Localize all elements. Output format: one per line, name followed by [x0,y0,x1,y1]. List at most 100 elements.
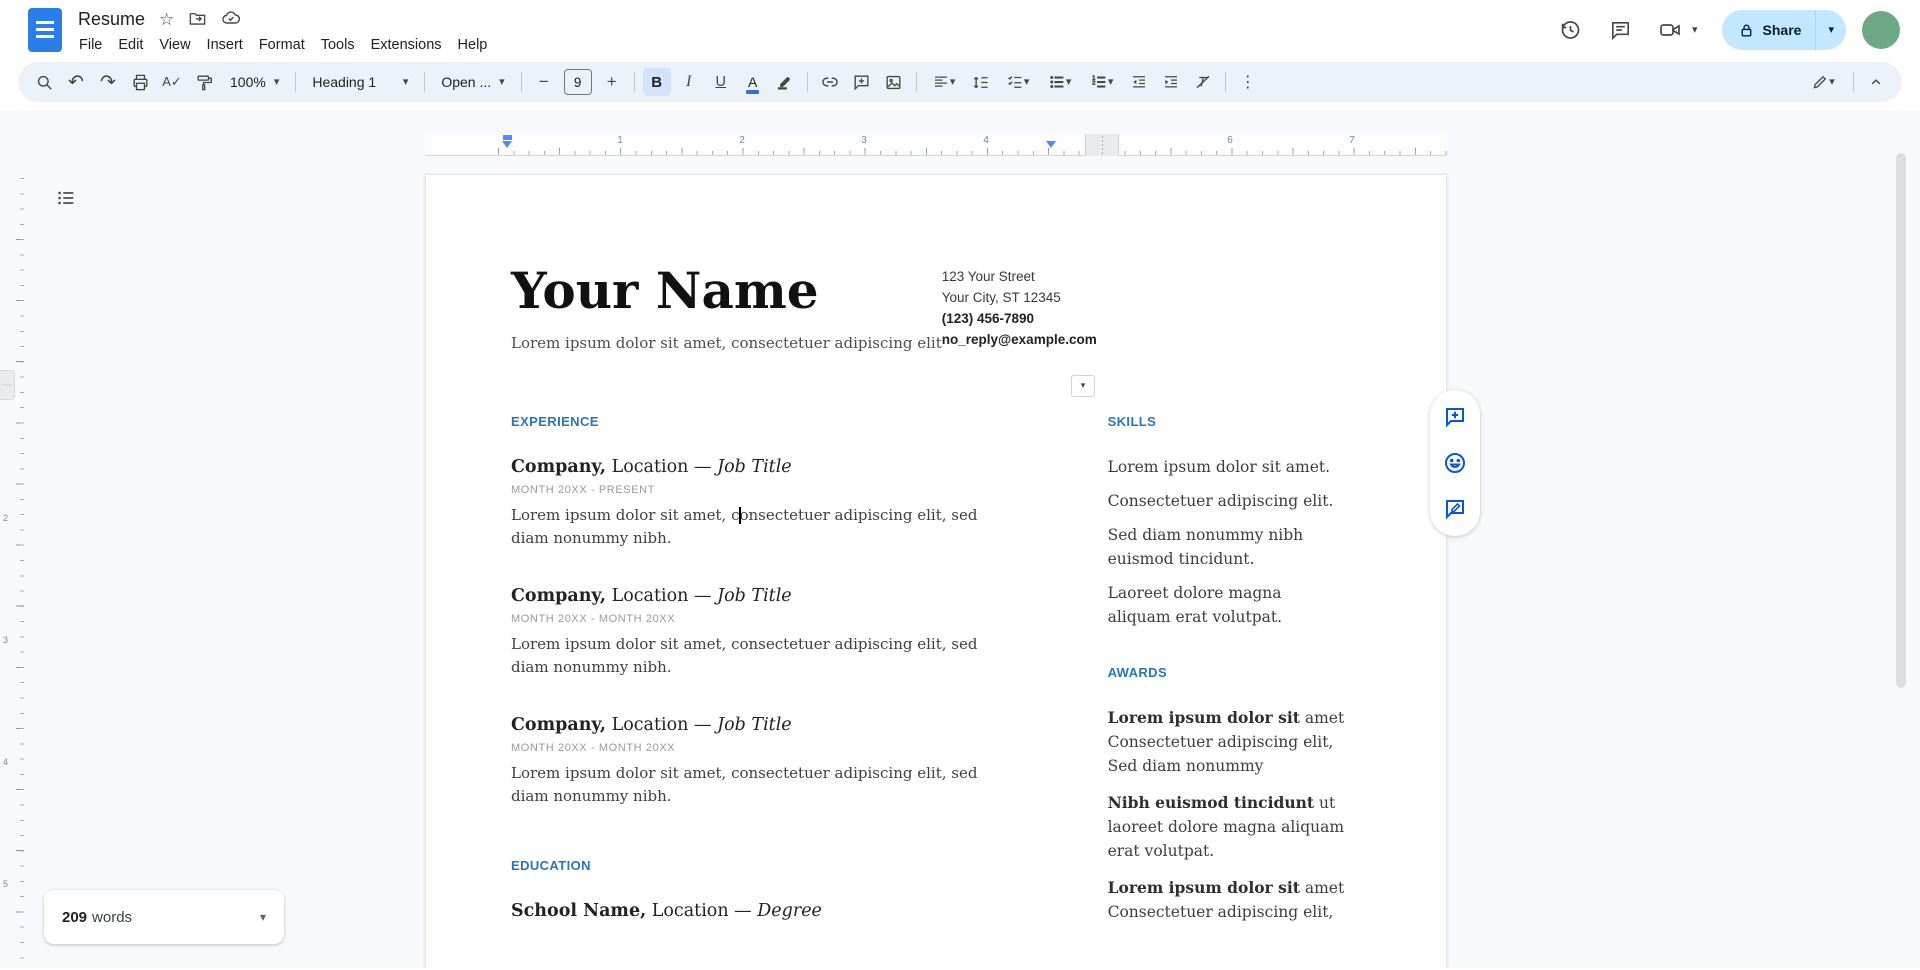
margin-drag-tab[interactable]: ⋯ [0,370,15,400]
decrease-font-size-icon[interactable]: − [530,68,558,96]
table-options-dropdown[interactable]: ▾ [1071,375,1095,397]
vertical-scrollbar-thumb[interactable] [1896,153,1906,688]
bulleted-list-select[interactable]: ▾ [1041,68,1079,96]
emoji-reaction-icon[interactable] [1442,450,1468,476]
experience-entry[interactable]: Company, Location — Job Title MONTH 20XX… [511,586,1007,679]
move-folder-icon[interactable] [188,9,207,31]
entry-description[interactable]: Lorem ipsum dolor sit amet, consectetuer… [511,633,1007,679]
comments-icon[interactable] [1600,10,1640,50]
video-camera-icon[interactable] [1650,10,1690,50]
menu-file[interactable]: File [71,35,110,55]
resume-name-heading[interactable]: Your Name [511,263,942,318]
hide-menus-icon[interactable] [1862,68,1890,96]
font-family-select[interactable]: Open ... ▾ [433,68,512,96]
insert-image-icon[interactable] [880,68,908,96]
education-entry[interactable]: School Name, Location — Degree [511,901,1007,921]
increase-indent-icon[interactable] [1157,68,1185,96]
menu-extensions[interactable]: Extensions [363,35,450,55]
skills-heading[interactable]: SKILLS [1108,414,1347,429]
vertical-ruler[interactable]: 1 2 3 4 5 6 [12,166,24,968]
job-title[interactable]: Job Title [717,715,792,735]
redo-icon[interactable]: ↷ [94,68,122,96]
highlight-color-icon[interactable] [771,68,799,96]
checklist-select[interactable]: ▾ [999,68,1037,96]
numbered-list-select[interactable]: 1 2 ▾ [1083,68,1121,96]
contact-city[interactable]: Your City, ST 12345 [942,287,1182,308]
version-history-icon[interactable] [1550,10,1590,50]
underline-button[interactable]: U [707,68,735,96]
meet-dropdown-caret-icon[interactable]: ▾ [1692,25,1698,36]
first-line-indent-marker[interactable] [503,135,512,140]
document-title[interactable]: Resume [78,9,145,30]
google-docs-logo-icon[interactable] [28,8,62,52]
undo-icon[interactable]: ↶ [62,68,90,96]
entry-description[interactable]: Lorem ipsum dolor sit amet, consectetuer… [511,504,1007,550]
job-title[interactable]: Job Title [717,586,792,606]
contact-block[interactable]: 123 Your Street Your City, ST 12345 (123… [942,263,1182,352]
bold-button[interactable]: B [643,68,671,96]
cloud-status-icon[interactable] [221,8,241,31]
school-location[interactable]: Location [652,901,729,921]
paint-format-icon[interactable] [190,68,218,96]
contact-email[interactable]: no_reply@example.com [942,329,1182,350]
company-location[interactable]: Location [612,715,689,735]
school-name[interactable]: School Name, [511,901,646,921]
contact-phone[interactable]: (123) 456-7890 [942,308,1182,329]
skill-item[interactable]: Consectetuer adipiscing elit. [1108,489,1347,513]
search-menus-icon[interactable] [30,68,58,96]
menu-tools[interactable]: Tools [313,35,363,55]
award-item[interactable]: Lorem ipsum dolor sit amet Consectetuer … [1108,876,1347,924]
word-count-chip[interactable]: 209 words ▾ [44,890,284,944]
experience-heading[interactable]: EXPERIENCE [511,414,1007,429]
text-color-button[interactable]: A [739,68,767,96]
increase-font-size-icon[interactable]: + [598,68,626,96]
editing-mode-select[interactable]: ▾ [1801,68,1845,96]
meet-call-button[interactable]: ▾ [1650,10,1698,50]
star-icon[interactable]: ☆ [159,11,174,28]
skill-item[interactable]: Lorem ipsum dolor sit amet. [1108,455,1347,479]
add-comment-margin-icon[interactable] [1442,404,1468,430]
menu-insert[interactable]: Insert [199,35,251,55]
entry-dates[interactable]: MONTH 20XX - MONTH 20XX [511,613,1007,625]
company-location[interactable]: Location [612,586,689,606]
horizontal-ruler[interactable]: 1 2 3 4 6 7 [425,134,1447,156]
menu-view[interactable]: View [151,35,198,55]
company-location[interactable]: Location [612,457,689,477]
right-indent-marker[interactable] [1046,141,1056,148]
experience-entry[interactable]: Company, Location — Job Title MONTH 20XX… [511,457,1007,550]
menu-format[interactable]: Format [251,35,313,55]
education-heading[interactable]: EDUCATION [511,858,1007,873]
menu-edit[interactable]: Edit [110,35,151,55]
entry-description[interactable]: Lorem ipsum dolor sit amet, consectetuer… [511,762,1007,808]
skill-item[interactable]: Laoreet dolore magna aliquam erat volutp… [1108,581,1347,629]
document-outline-icon[interactable] [50,182,82,214]
column-divider-handle[interactable] [1085,134,1119,156]
experience-entry[interactable]: Company, Location — Job Title MONTH 20XX… [511,715,1007,808]
skill-item[interactable]: Sed diam nonummy nibh euismod tincidunt. [1108,523,1347,571]
line-spacing-icon[interactable] [967,68,995,96]
share-button[interactable]: Share [1722,10,1816,50]
clear-formatting-icon[interactable] [1189,68,1217,96]
insert-link-icon[interactable] [816,68,844,96]
share-dropdown-caret-icon[interactable]: ▾ [1816,10,1846,50]
right-column[interactable]: SKILLS Lorem ipsum dolor sit amet. Conse… [1108,414,1347,957]
add-comment-icon[interactable] [848,68,876,96]
resume-tagline[interactable]: Lorem ipsum dolor sit amet, consectetuer… [511,334,942,352]
more-options-icon[interactable]: ⋮ [1234,68,1262,96]
decrease-indent-icon[interactable] [1125,68,1153,96]
company-name[interactable]: Company, [511,457,606,477]
left-column[interactable]: EXPERIENCE Company, Location — Job Title… [511,414,1007,957]
contact-street[interactable]: 123 Your Street [942,266,1182,287]
align-select[interactable]: ▾ [925,68,963,96]
italic-button[interactable]: I [675,68,703,96]
degree[interactable]: Degree [757,901,822,921]
entry-dates[interactable]: MONTH 20XX - MONTH 20XX [511,742,1007,754]
zoom-select[interactable]: 100% ▾ [222,68,287,96]
awards-heading[interactable]: AWARDS [1108,665,1347,680]
job-title[interactable]: Job Title [717,457,792,477]
suggest-edits-icon[interactable] [1442,496,1468,522]
company-name[interactable]: Company, [511,586,606,606]
account-avatar[interactable] [1862,11,1900,49]
spell-check-icon[interactable]: A✓ [158,68,186,96]
menu-help[interactable]: Help [450,35,496,55]
